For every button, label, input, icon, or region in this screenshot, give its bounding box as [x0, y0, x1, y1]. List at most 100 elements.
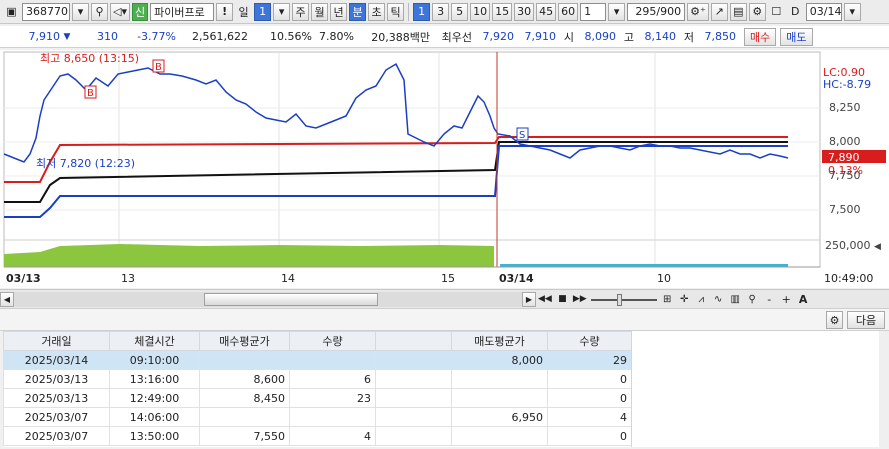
- scroll-left-button[interactable]: ◀: [0, 291, 14, 307]
- best-ask-price: 7,920: [482, 30, 515, 43]
- first-page-icon[interactable]: ◀◀: [536, 290, 554, 308]
- trade-volume: 2,561,622: [192, 30, 248, 43]
- minute-5-button[interactable]: 5: [451, 2, 469, 21]
- settings-gear-icon[interactable]: ⚙: [748, 2, 766, 21]
- period-year-button[interactable]: 년: [330, 2, 348, 21]
- sound-icon[interactable]: ◁▾: [110, 2, 130, 21]
- table-row[interactable]: 2025/03/13 13:16:00 8,600 6 0: [3, 369, 632, 389]
- down-arrow-icon: ▼: [63, 31, 71, 42]
- buy-marker-2[interactable]: B: [152, 59, 165, 73]
- zoom-slider[interactable]: [589, 292, 659, 307]
- data-count-value: 295: [635, 5, 657, 18]
- layout-icon[interactable]: ▣: [3, 3, 20, 21]
- period-dropdown-button[interactable]: ▾: [273, 2, 291, 21]
- table-row[interactable]: 2025/03/14 09:10:00 8,000 29: [3, 350, 632, 370]
- save-icon[interactable]: ▤: [729, 2, 747, 21]
- date-dropdown-button[interactable]: ▾: [843, 2, 861, 21]
- period-value-select[interactable]: 1: [254, 2, 272, 21]
- trade-amount: 20,388백만: [371, 30, 430, 44]
- chart-scroll-bar: ◀ ▶ ◀◀ ■ ▶▶ ⊞ ✛ ⩘ ∿ ▥ ⚲ - + A: [0, 289, 889, 308]
- stop-icon[interactable]: ■: [554, 290, 571, 308]
- indicator-icon[interactable]: ⚙⁺: [687, 2, 709, 21]
- chart-canvas[interactable]: 최고 8,650 (13:15) 최저 7,820 (12:23) B B S …: [0, 50, 889, 288]
- date-checkbox[interactable]: ☐: [768, 3, 785, 21]
- minute-1-button[interactable]: 1: [413, 2, 431, 21]
- low-price: 7,850: [704, 30, 737, 43]
- zoom-in-button[interactable]: +: [778, 290, 795, 308]
- price-tick: 7,500: [829, 203, 861, 216]
- table-row[interactable]: 2025/03/07 13:50:00 7,550 4 0: [3, 426, 632, 446]
- zoom-slider-handle[interactable]: [616, 293, 622, 306]
- zoom-out-button[interactable]: -: [761, 290, 778, 308]
- price-chart[interactable]: 최고 8,650 (13:15) 최저 7,820 (12:23) B B S …: [0, 50, 889, 288]
- cell-date: 2025/03/13: [3, 388, 110, 408]
- high-price: 8,140: [644, 30, 677, 43]
- next-button[interactable]: 다음: [847, 311, 885, 329]
- col-sell-qty[interactable]: 수량: [547, 331, 632, 351]
- grid-settings-gear-icon[interactable]: ⚙: [826, 311, 843, 329]
- table-row[interactable]: 2025/03/13 12:49:00 8,450 23 0: [3, 388, 632, 408]
- open-price: 8,090: [584, 30, 617, 43]
- date-label: 10: [657, 272, 671, 285]
- minute-3-button[interactable]: 3: [432, 2, 450, 21]
- period-tick-button[interactable]: 틱: [387, 2, 405, 21]
- col-exec-time[interactable]: 체결시간: [109, 331, 200, 351]
- interval-count-select[interactable]: 1: [580, 2, 607, 21]
- date-check-label: D: [791, 5, 800, 18]
- magnify-icon[interactable]: ⚲: [744, 290, 761, 308]
- wave-icon[interactable]: ∿: [710, 290, 727, 308]
- crosshair-icon[interactable]: ✛: [676, 290, 693, 308]
- volume-collapse-icon[interactable]: ◀: [874, 242, 881, 252]
- stock-name-field[interactable]: 파이버프로: [150, 2, 215, 21]
- sell-button[interactable]: 매도: [780, 27, 813, 46]
- cell-blank: [375, 388, 452, 408]
- table-row[interactable]: 2025/03/07 14:06:00 6,950 4: [3, 407, 632, 427]
- period-week-button[interactable]: 주: [292, 2, 310, 21]
- scroll-thumb[interactable]: [204, 292, 378, 306]
- period-month-button[interactable]: 월: [311, 2, 329, 21]
- price-tick: 8,000: [829, 135, 861, 148]
- best-bid-price: 7,910: [524, 30, 557, 43]
- stock-code-dropdown-button[interactable]: ▾: [72, 2, 89, 21]
- data-count-field[interactable]: 295/900: [627, 2, 686, 21]
- date-input[interactable]: 03/14: [805, 2, 842, 21]
- cell-date: 2025/03/07: [3, 426, 110, 446]
- col-blank[interactable]: [375, 331, 452, 351]
- col-sell-avg[interactable]: 매도평균가: [451, 331, 548, 351]
- sell-marker[interactable]: S: [516, 127, 529, 141]
- col-buy-avg[interactable]: 매수평균가: [199, 331, 290, 351]
- minute-10-button[interactable]: 10: [470, 2, 491, 21]
- date-label: 13: [121, 272, 135, 285]
- interval-count-dropdown[interactable]: ▾: [608, 2, 626, 21]
- cell-buy-qty: 4: [289, 426, 376, 446]
- trend-icon[interactable]: ⩘: [693, 290, 710, 308]
- period-minute-button[interactable]: 분: [349, 2, 367, 21]
- period-second-button[interactable]: 초: [368, 2, 386, 21]
- buy-marker[interactable]: B: [84, 85, 97, 99]
- cell-time: 14:06:00: [109, 407, 200, 427]
- minute-60-button[interactable]: 60: [558, 2, 579, 21]
- draw-icon[interactable]: ↗: [710, 2, 728, 21]
- col-buy-qty[interactable]: 수량: [289, 331, 376, 351]
- high-label: 고: [623, 30, 634, 44]
- cell-sell-avg: [451, 426, 548, 446]
- scroll-right-button[interactable]: ▶: [522, 291, 536, 307]
- data-count-max: /900: [656, 5, 682, 18]
- chart-type-icon[interactable]: ⊞: [659, 290, 676, 308]
- minute-15-button[interactable]: 15: [492, 2, 513, 21]
- col-trade-date[interactable]: 거래일: [3, 331, 110, 351]
- cell-sell-qty: 0: [547, 388, 632, 408]
- alert-button[interactable]: !: [216, 2, 234, 21]
- scroll-track[interactable]: [14, 291, 522, 307]
- cell-blank: [375, 407, 452, 427]
- stock-code-input[interactable]: 368770: [22, 2, 70, 21]
- volume-tick: 250,000: [825, 239, 871, 252]
- bar-chart-icon[interactable]: ▥: [727, 290, 744, 308]
- minute-30-button[interactable]: 30: [514, 2, 535, 21]
- minute-45-button[interactable]: 45: [536, 2, 557, 21]
- next-page-icon[interactable]: ▶▶: [571, 290, 589, 308]
- table-vertical-scrollbar[interactable]: [879, 331, 889, 447]
- font-size-button[interactable]: A: [795, 290, 812, 308]
- search-icon[interactable]: ⚲: [91, 2, 108, 21]
- buy-button[interactable]: 매수: [744, 27, 777, 46]
